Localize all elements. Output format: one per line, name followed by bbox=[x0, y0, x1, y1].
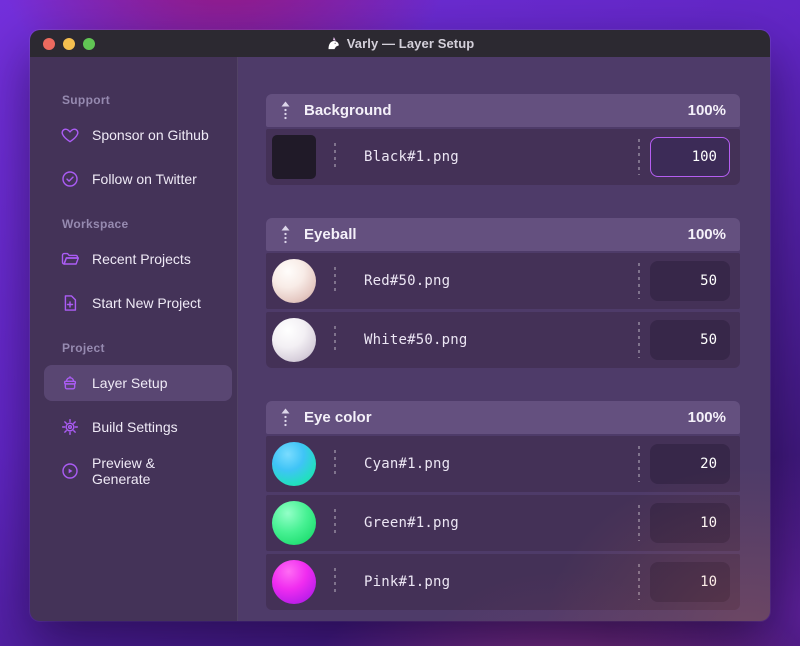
sidebar-section: Support Sponsor on Github Follow on Twit… bbox=[44, 93, 232, 197]
sidebar-item-sponsor-on-github[interactable]: Sponsor on Github bbox=[44, 117, 232, 153]
layer-filename: Green#1.png bbox=[364, 515, 459, 531]
layer-row: White#50.png bbox=[266, 312, 740, 368]
divider-dotted bbox=[334, 267, 336, 295]
divider-dotted bbox=[334, 450, 336, 478]
layer-group-name: Background bbox=[304, 102, 392, 119]
layer-group-header[interactable]: Eyeball 100% bbox=[266, 218, 740, 251]
layer-list: Background 100% Black#1.png Eyeball 100% bbox=[238, 57, 770, 621]
sidebar: Support Sponsor on Github Follow on Twit… bbox=[30, 57, 238, 621]
sidebar-item-start-new-project[interactable]: Start New Project bbox=[44, 285, 232, 321]
layer-weight-input[interactable] bbox=[650, 320, 730, 360]
layer-weight-input[interactable] bbox=[650, 137, 730, 177]
play-circle-icon bbox=[60, 461, 80, 481]
layer-row: Cyan#1.png bbox=[266, 436, 740, 492]
heart-icon bbox=[60, 125, 80, 145]
drag-handle-icon[interactable] bbox=[280, 408, 291, 427]
sidebar-section: Project Layer Setup Build Settings Previ… bbox=[44, 341, 232, 489]
layer-row: Pink#1.png bbox=[266, 554, 740, 610]
divider-dotted bbox=[638, 322, 640, 358]
layer-group-weight: 100% bbox=[687, 102, 726, 119]
sidebar-item-label: Recent Projects bbox=[92, 251, 191, 267]
app-window: Varly — Layer Setup Support Sponsor on G… bbox=[30, 30, 770, 621]
layer-filename: White#50.png bbox=[364, 332, 468, 348]
layer-group: Background 100% Black#1.png bbox=[266, 94, 740, 185]
divider-dotted bbox=[334, 568, 336, 596]
layer-filename: Black#1.png bbox=[364, 149, 459, 165]
divider-dotted bbox=[638, 564, 640, 600]
divider-dotted bbox=[638, 139, 640, 175]
layer-filename: Cyan#1.png bbox=[364, 456, 451, 472]
sidebar-item-layer-setup[interactable]: Layer Setup bbox=[44, 365, 232, 401]
layer-group-weight: 100% bbox=[687, 409, 726, 426]
sidebar-item-label: Build Settings bbox=[92, 419, 178, 435]
sidebar-item-label: Preview & Generate bbox=[92, 455, 156, 487]
layer-weight-input[interactable] bbox=[650, 503, 730, 543]
divider-dotted bbox=[638, 505, 640, 541]
black-square-thumbnail bbox=[272, 135, 316, 179]
layer-row: Black#1.png bbox=[266, 129, 740, 185]
layer-group-header[interactable]: Eye color 100% bbox=[266, 401, 740, 434]
window-content: Support Sponsor on Github Follow on Twit… bbox=[30, 57, 770, 621]
layer-weight-input[interactable] bbox=[650, 562, 730, 602]
layer-weight-input[interactable] bbox=[650, 261, 730, 301]
sidebar-item-recent-projects[interactable]: Recent Projects bbox=[44, 241, 232, 277]
white-sphere-thumbnail bbox=[272, 318, 316, 362]
cyan-sphere-thumbnail bbox=[272, 442, 316, 486]
sidebar-item-label: Follow on Twitter bbox=[92, 171, 197, 187]
sidebar-section-label: Project bbox=[62, 341, 105, 355]
divider-dotted bbox=[334, 326, 336, 354]
divider-dotted bbox=[638, 446, 640, 482]
drag-handle-icon[interactable] bbox=[280, 225, 291, 244]
sidebar-item-label: Layer Setup bbox=[92, 375, 168, 391]
sidebar-item-build-settings[interactable]: Build Settings bbox=[44, 409, 232, 445]
layer-row: Green#1.png bbox=[266, 495, 740, 551]
pink-sphere-thumbnail bbox=[272, 560, 316, 604]
window-controls bbox=[43, 30, 95, 57]
sidebar-item-preview-generate[interactable]: Preview & Generate bbox=[44, 453, 232, 489]
layer-filename: Red#50.png bbox=[364, 273, 451, 289]
layer-weight-input[interactable] bbox=[650, 444, 730, 484]
sidebar-section-label: Support bbox=[62, 93, 111, 107]
divider-dotted bbox=[334, 143, 336, 171]
sidebar-item-label: Sponsor on Github bbox=[92, 127, 209, 143]
gear-icon bbox=[60, 417, 80, 437]
layer-group-name: Eye color bbox=[304, 409, 372, 426]
layers-icon bbox=[60, 373, 80, 393]
zoom-button[interactable] bbox=[83, 37, 95, 50]
layer-row: Red#50.png bbox=[266, 253, 740, 309]
window-title: Varly — Layer Setup bbox=[326, 36, 475, 51]
layer-group-header[interactable]: Background 100% bbox=[266, 94, 740, 127]
sidebar-item-label: Start New Project bbox=[92, 295, 201, 311]
minimize-button[interactable] bbox=[63, 37, 75, 50]
divider-dotted bbox=[334, 509, 336, 537]
layer-group: Eyeball 100% Red#50.png White#50.png bbox=[266, 218, 740, 368]
divider-dotted bbox=[638, 263, 640, 299]
unicorn-icon bbox=[326, 36, 341, 51]
sidebar-item-follow-on-twitter[interactable]: Follow on Twitter bbox=[44, 161, 232, 197]
sidebar-section: Workspace Recent Projects Start New Proj… bbox=[44, 217, 232, 321]
layer-filename: Pink#1.png bbox=[364, 574, 451, 590]
close-button[interactable] bbox=[43, 37, 55, 50]
folder-icon bbox=[60, 249, 80, 269]
window-title-text: Varly — Layer Setup bbox=[346, 36, 475, 51]
badge-check-icon bbox=[60, 169, 80, 189]
sidebar-section-label: Workspace bbox=[62, 217, 129, 231]
red-sphere-thumbnail bbox=[272, 259, 316, 303]
file-plus-icon bbox=[60, 293, 80, 313]
layer-group-name: Eyeball bbox=[304, 226, 357, 243]
titlebar[interactable]: Varly — Layer Setup bbox=[30, 30, 770, 57]
layer-group: Eye color 100% Cyan#1.png Green#1.png Pi… bbox=[266, 401, 740, 610]
drag-handle-icon[interactable] bbox=[280, 101, 291, 120]
green-sphere-thumbnail bbox=[272, 501, 316, 545]
layer-group-weight: 100% bbox=[687, 226, 726, 243]
